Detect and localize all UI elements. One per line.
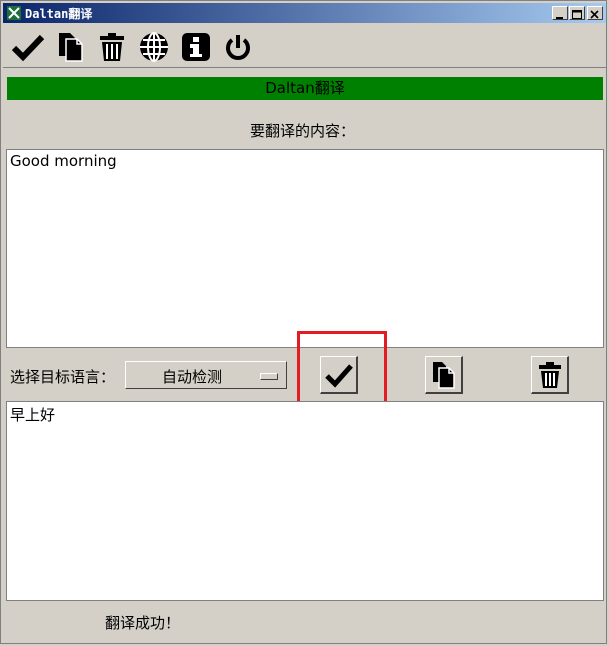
toolbar-language-button[interactable] bbox=[137, 30, 171, 64]
power-icon bbox=[226, 35, 250, 60]
target-language-select[interactable]: 自动检测 bbox=[125, 361, 287, 389]
close-icon bbox=[590, 10, 599, 19]
trash-icon bbox=[539, 362, 561, 388]
copy-result-button[interactable] bbox=[425, 356, 463, 394]
trash-icon bbox=[100, 33, 124, 61]
info-icon bbox=[182, 33, 210, 61]
minimize-icon bbox=[556, 17, 563, 19]
copy-icon bbox=[433, 362, 455, 389]
toolbar-translate-button[interactable] bbox=[11, 30, 45, 64]
maximize-icon bbox=[572, 10, 582, 19]
toolbar-clear-button[interactable] bbox=[95, 30, 129, 64]
result-text-output[interactable]: 早上好 bbox=[6, 401, 604, 601]
title-bar[interactable]: Daltan翻译 bbox=[3, 3, 606, 23]
minimize-button[interactable] bbox=[552, 6, 568, 20]
toolbar-info-button[interactable] bbox=[179, 30, 213, 64]
source-text-input[interactable]: Good morning bbox=[6, 149, 604, 348]
check-icon bbox=[11, 34, 45, 62]
status-text: 翻译成功！ bbox=[105, 614, 181, 632]
source-label: 要翻译的内容： bbox=[249, 122, 355, 140]
title-banner: Daltan翻译 bbox=[7, 77, 603, 100]
clear-button[interactable] bbox=[531, 356, 569, 394]
window-title: Daltan翻译 bbox=[25, 7, 93, 21]
toolbar bbox=[3, 25, 606, 68]
toolbar-copy-button[interactable] bbox=[54, 30, 88, 64]
target-language-value: 自动检测 bbox=[161, 368, 222, 386]
close-button[interactable] bbox=[587, 6, 603, 20]
target-language-label: 选择目标语言： bbox=[10, 368, 116, 386]
dropdown-indicator-icon bbox=[260, 373, 278, 380]
toolbar-exit-button[interactable] bbox=[221, 30, 255, 64]
app-icon bbox=[7, 6, 21, 20]
app-window: Daltan翻译 Daltan翻译 要翻译的内容： Good morning 选… bbox=[0, 0, 607, 644]
copy-icon bbox=[59, 33, 83, 62]
globe-icon bbox=[140, 32, 168, 62]
maximize-button[interactable] bbox=[569, 6, 585, 20]
